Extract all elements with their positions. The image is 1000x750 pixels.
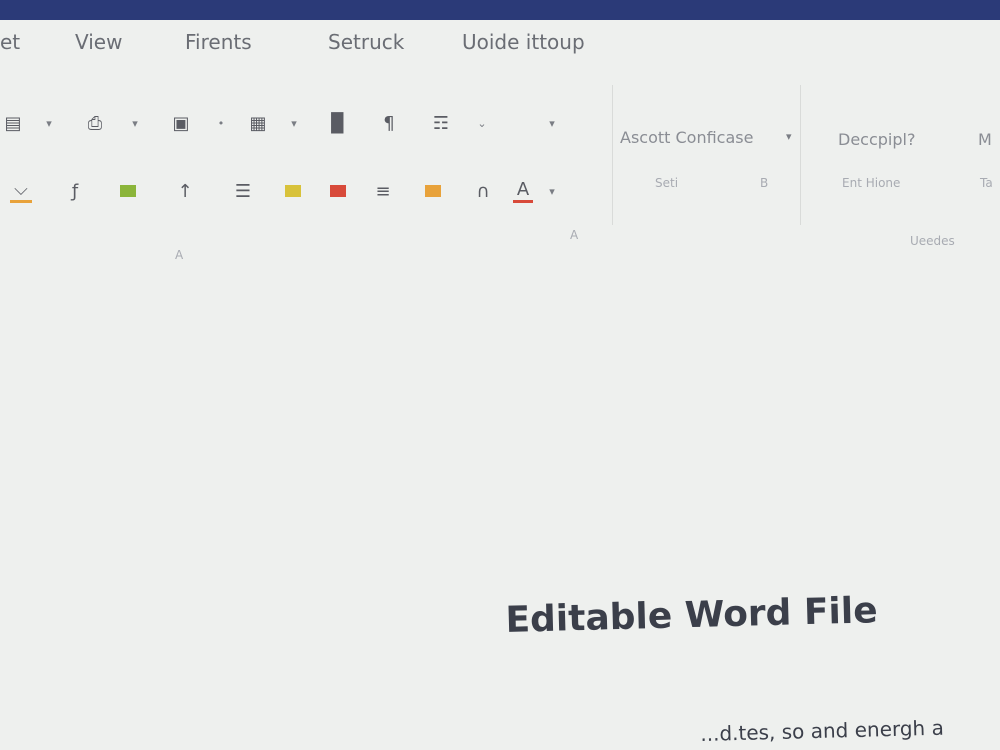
chevron-down-icon[interactable]: • bbox=[214, 110, 228, 136]
document-heading[interactable]: Editable Word File bbox=[505, 590, 878, 641]
chevron-down-icon[interactable]: ▾ bbox=[545, 110, 559, 136]
align-icon[interactable]: ▤ bbox=[0, 110, 26, 136]
bullets-yellow-icon[interactable] bbox=[280, 178, 306, 204]
menu-item-sheet[interactable]: et bbox=[0, 30, 20, 54]
style-dropdown[interactable]: Deccpipl? bbox=[838, 130, 915, 149]
paragraph-icon[interactable]: ¶ bbox=[376, 110, 402, 136]
bullets-red-icon[interactable] bbox=[325, 178, 351, 204]
chevron-down-icon[interactable]: ▾ bbox=[128, 110, 142, 136]
font-name-dropdown[interactable]: Ascott Conficase bbox=[620, 128, 753, 147]
arch-icon[interactable]: ∩ bbox=[470, 178, 496, 204]
toolbar-row-1: ▤ ▾ ⎙ ▾ ▣ • ▦ ▾ ▉ ¶ ☶ ⌄ ▾ bbox=[0, 110, 600, 150]
ribbon-edge-label: M bbox=[978, 130, 992, 149]
font-color-icon[interactable]: A bbox=[510, 178, 536, 204]
table-icon[interactable]: ▣ bbox=[168, 110, 194, 136]
border-orange-icon[interactable] bbox=[420, 178, 446, 204]
paste-icon[interactable]: ⎙ bbox=[82, 110, 108, 136]
chart-icon[interactable]: ▉ bbox=[325, 110, 351, 136]
chevron-down-icon[interactable]: ⌄ bbox=[475, 110, 489, 136]
ribbon-separator bbox=[800, 85, 801, 225]
ribbon-faint-label-b: B bbox=[760, 176, 769, 190]
format-icon[interactable]: ☶ bbox=[428, 110, 454, 136]
list-icon[interactable]: ☰ bbox=[230, 178, 256, 204]
window-titlebar bbox=[0, 0, 1000, 20]
ribbon-faint-label-a: A bbox=[175, 248, 184, 262]
chevron-down-icon[interactable]: ▾ bbox=[287, 110, 301, 136]
ribbon-faint-label-ta: Ta bbox=[980, 176, 993, 190]
menu-item-uoide-ittoup[interactable]: Uoide ittoup bbox=[462, 30, 585, 54]
ribbon-faint-label-seti: Seti bbox=[655, 176, 679, 190]
function-icon[interactable]: ƒ bbox=[62, 178, 88, 204]
chevron-down-icon[interactable]: ▾ bbox=[786, 130, 792, 143]
ribbon-separator bbox=[612, 85, 613, 225]
grid-icon[interactable]: ▦ bbox=[245, 110, 271, 136]
underline-color-icon[interactable]: ⌵ bbox=[8, 178, 34, 204]
superscript-icon[interactable]: ↑ bbox=[172, 178, 198, 204]
highlight-green-icon[interactable] bbox=[115, 178, 141, 204]
menu-item-firents[interactable]: Firents bbox=[185, 30, 252, 54]
indent-icon[interactable]: ≡ bbox=[370, 178, 396, 204]
toolbar-row-2: ⌵ ƒ ↑ ☰ ≡ ∩ A ▾ bbox=[0, 178, 600, 218]
menu-bar: et View Firents Setruck Uoide ittoup bbox=[0, 22, 1000, 62]
menu-item-setruck[interactable]: Setruck bbox=[328, 30, 404, 54]
menu-item-view[interactable]: View bbox=[75, 30, 122, 54]
chevron-down-icon[interactable]: ▾ bbox=[545, 178, 559, 204]
ribbon-group-label: Ueedes bbox=[910, 234, 955, 248]
chevron-down-icon[interactable]: ▾ bbox=[42, 110, 56, 136]
document-body-text[interactable]: ...d.tes, so and energh a bbox=[700, 714, 1000, 746]
ribbon-faint-label-a2: A bbox=[570, 228, 579, 242]
ribbon-faint-label-ent-hione: Ent Hione bbox=[842, 176, 901, 190]
